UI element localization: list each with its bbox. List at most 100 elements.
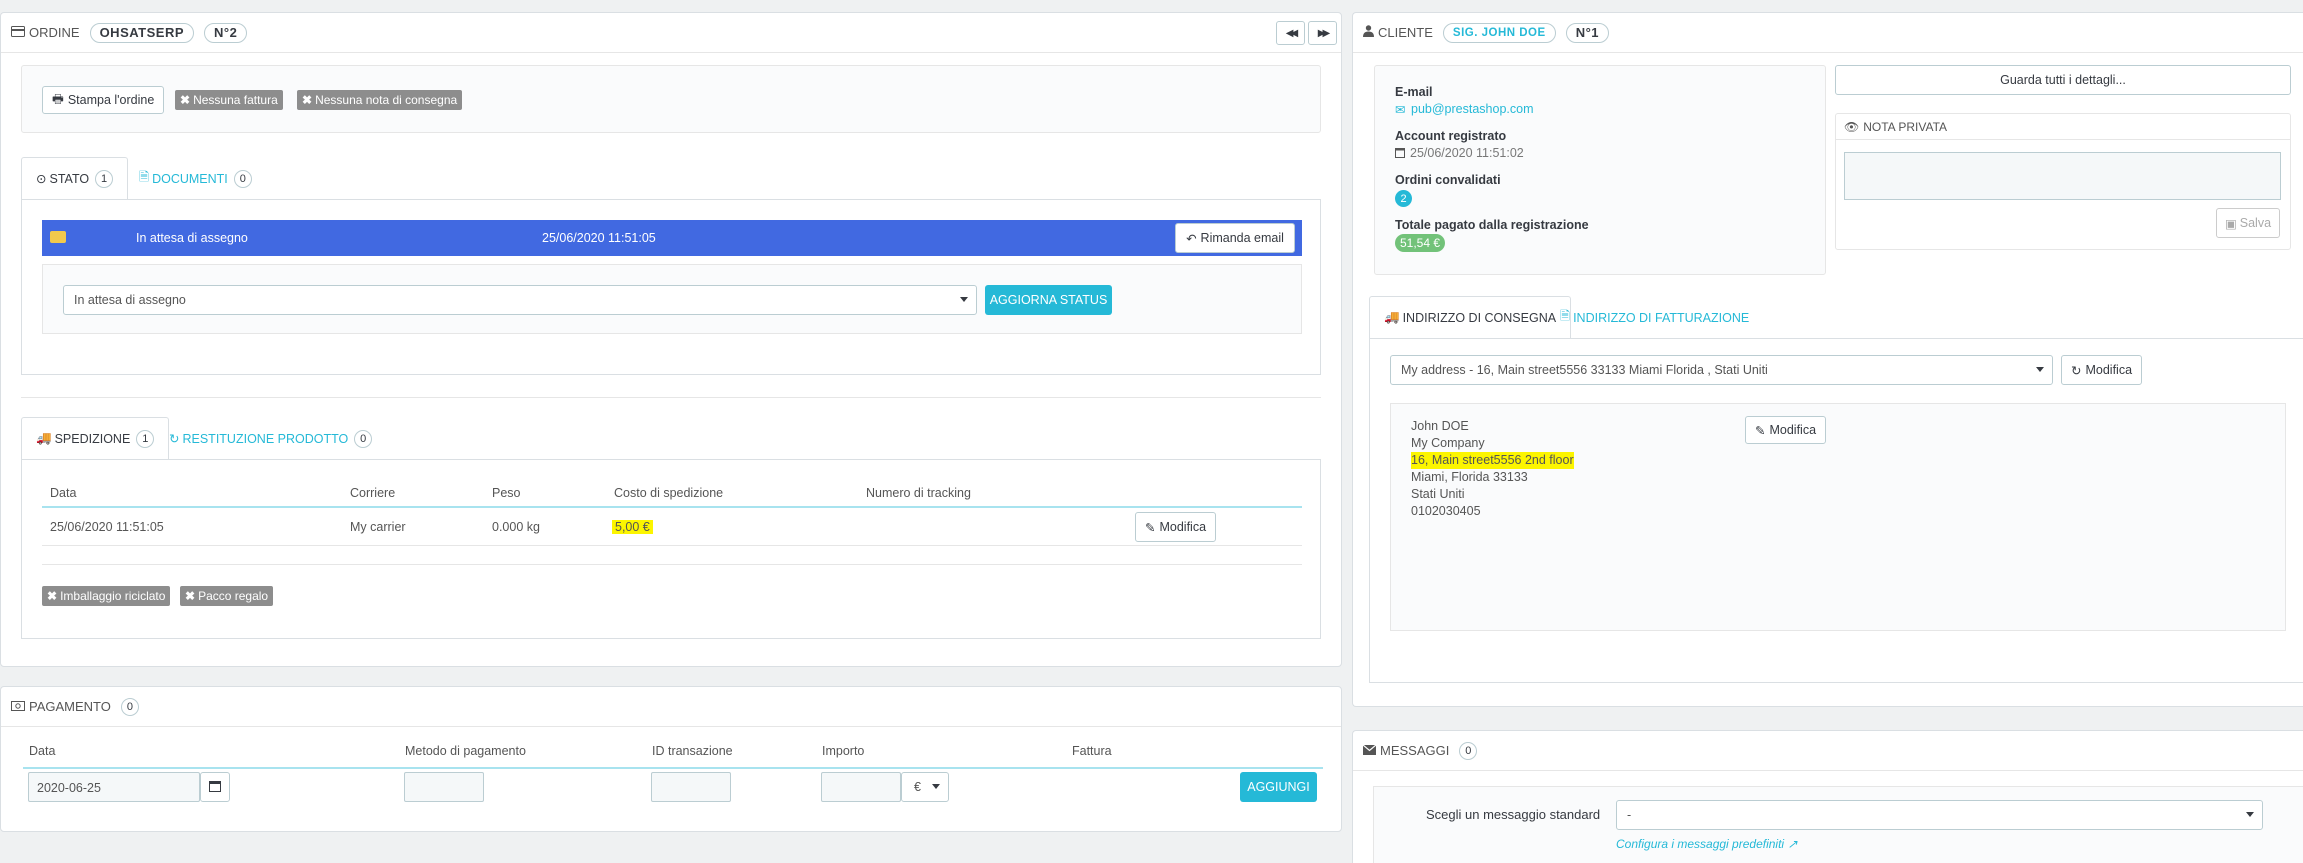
currency-select[interactable]: € bbox=[901, 772, 949, 802]
add-payment-button[interactable]: AGGIUNGI bbox=[1240, 772, 1317, 802]
save-note-button[interactable]: ▣ Salva bbox=[2216, 208, 2280, 238]
no-delivery-label: Nessuna nota di consegna bbox=[315, 93, 458, 107]
payment-header-invoice: Fattura bbox=[1072, 744, 1112, 758]
calendar-button[interactable] bbox=[200, 772, 230, 802]
shipping-date: 25/06/2020 11:51:05 bbox=[50, 520, 164, 534]
tab-documents-count: 0 bbox=[233, 169, 252, 188]
messages-panel-header: MESSAGGI 0 bbox=[1353, 731, 2303, 771]
customer-panel-header: CLIENTE SIG. JOHN DOE N°1 bbox=[1353, 13, 2303, 53]
refresh-icon: ↻ bbox=[2071, 363, 2082, 378]
view-details-button[interactable]: Guarda tutti i dettagli... bbox=[1835, 65, 2291, 95]
choose-message-label: Scegli un messaggio standard bbox=[1426, 807, 1601, 822]
edit-address-button-label: Modifica bbox=[1769, 423, 1817, 437]
recycled-label: Imballaggio riciclato bbox=[60, 589, 166, 603]
pencil-icon: ✎ bbox=[1755, 423, 1766, 438]
payment-date-input[interactable]: 2020-06-25 bbox=[28, 772, 200, 802]
payment-header-date: Data bbox=[29, 744, 56, 758]
tab-invoice-address[interactable]: 🗎 INDIRIZZO DI FATTURAZIONE bbox=[1546, 296, 1763, 339]
edit-shipping-label: Modifica bbox=[1159, 520, 1207, 534]
calendar-icon bbox=[209, 780, 221, 795]
address-select[interactable]: My address - 16, Main street5556 33133 M… bbox=[1390, 355, 2053, 385]
edit-address-label: Modifica bbox=[2085, 363, 2133, 377]
close-icon: ✖ bbox=[185, 589, 196, 603]
floppy-icon: ▣ bbox=[2224, 216, 2237, 231]
payment-panel: PAGAMENTO 0 Data Metodo di pagamento ID … bbox=[0, 686, 1342, 832]
backward-icon: ◀◀ bbox=[1285, 27, 1299, 39]
chevron-down-icon bbox=[932, 784, 940, 789]
gift-label: Pacco regalo bbox=[198, 589, 269, 603]
order-panel-header: ORDINE OHSATSERP N°2 bbox=[1, 13, 1341, 53]
envelope-icon: ✉ bbox=[1395, 103, 1406, 117]
messages-body: Scegli un messaggio standard - Configura… bbox=[1373, 786, 2303, 863]
standard-message-select[interactable]: - bbox=[1616, 800, 2263, 830]
recycled-packaging-badge: ✖ Imballaggio riciclato bbox=[42, 586, 171, 606]
shipping-header-weight: Peso bbox=[492, 486, 521, 500]
tab-documents-label: DOCUMENTI bbox=[152, 171, 228, 186]
payment-date-value: 2020-06-25 bbox=[37, 781, 101, 795]
transaction-id-input[interactable] bbox=[651, 772, 731, 802]
payment-header-transaction: ID transazione bbox=[652, 744, 733, 758]
payment-header-method: Metodo di pagamento bbox=[405, 744, 526, 758]
chevron-down-icon bbox=[2036, 367, 2044, 372]
print-order-button[interactable]: 🖶 Stampa l'ordine bbox=[42, 86, 165, 114]
update-status-button[interactable]: AGGIORNA STATUS bbox=[985, 285, 1112, 315]
customer-email-link[interactable]: pub@prestashop.com bbox=[1411, 102, 1533, 116]
edit-shipping-button[interactable]: ✎ Modifica bbox=[1135, 512, 1217, 542]
no-invoice-badge: ✖ Nessuna fattura bbox=[175, 90, 283, 110]
external-link-icon: ↗ bbox=[1787, 837, 1798, 851]
close-icon: ✖ bbox=[47, 589, 58, 603]
shipping-header-date: Data bbox=[50, 486, 77, 500]
order-actions-box: 🖶 Stampa l'ordine ✖ Nessuna fattura ✖ Ne… bbox=[21, 65, 1321, 133]
pencil-icon: ✎ bbox=[1145, 520, 1156, 535]
payment-method-input[interactable] bbox=[404, 772, 484, 802]
previous-order-button[interactable]: ◀◀ bbox=[1276, 21, 1305, 45]
private-note-textarea[interactable] bbox=[1844, 152, 2281, 200]
tab-status-count: 1 bbox=[95, 169, 114, 188]
gift-wrap-badge: ✖ Pacco regalo bbox=[180, 586, 274, 606]
tab-status[interactable]: ⊙ STATO 1 bbox=[21, 157, 129, 200]
calendar-icon bbox=[1395, 147, 1405, 161]
print-order-label: Stampa l'ordine bbox=[67, 93, 155, 107]
tab-delivery-address[interactable]: 🚚 INDIRIZZO DI CONSEGNA bbox=[1369, 296, 1572, 339]
tab-invoice-label: INDIRIZZO DI FATTURAZIONE bbox=[1573, 310, 1750, 325]
truck-icon: 🚚 bbox=[1384, 310, 1400, 324]
edit-address-select-button[interactable]: ↻ Modifica bbox=[2061, 355, 2143, 385]
configure-messages-link[interactable]: Configura i messaggi predefiniti ↗ bbox=[1616, 837, 1798, 851]
messages-count: 0 bbox=[1459, 741, 1478, 760]
truck-icon: 🚚 bbox=[36, 431, 52, 445]
shipping-carrier: My carrier bbox=[350, 520, 406, 534]
payment-header-amount: Importo bbox=[822, 744, 865, 758]
private-note-title: NOTA PRIVATA bbox=[1863, 119, 1948, 134]
table-row: 25/06/2020 11:51:05 My carrier 0.000 kg … bbox=[42, 508, 1302, 546]
registered-label: Account registrato bbox=[1395, 129, 1507, 143]
customer-number: N°1 bbox=[1565, 22, 1610, 43]
chevron-down-icon bbox=[960, 297, 968, 302]
edit-address-button[interactable]: ✎ Modifica bbox=[1745, 416, 1827, 444]
close-icon: ✖ bbox=[302, 93, 313, 107]
save-note-label: Salva bbox=[2239, 216, 2272, 230]
user-icon bbox=[1363, 25, 1374, 40]
payment-count: 0 bbox=[120, 697, 139, 716]
customer-name[interactable]: SIG. JOHN DOE bbox=[1442, 22, 1556, 43]
divider bbox=[21, 397, 1321, 398]
tab-return-label: RESTITUZIONE PRODOTTO bbox=[182, 431, 349, 446]
customer-panel: CLIENTE SIG. JOHN DOE N°1 E-mail ✉ pub@p… bbox=[1352, 12, 2303, 707]
shipping-header-carrier: Corriere bbox=[350, 486, 396, 500]
tab-product-return[interactable]: ↻ RESTITUZIONE PRODOTTO 0 bbox=[155, 417, 386, 460]
registered-date: 25/06/2020 11:51:02 bbox=[1410, 146, 1524, 160]
order-panel: ORDINE OHSATSERP N°2 ◀◀ ▶▶ 🖶 Stampa l'or… bbox=[0, 12, 1342, 667]
money-icon bbox=[11, 699, 25, 714]
resend-email-button[interactable]: ↶ Rimanda email bbox=[1175, 223, 1295, 253]
refresh-icon: ↻ bbox=[169, 432, 180, 446]
clock-icon: ⊙ bbox=[36, 172, 47, 186]
address-street: 16, Main street5556 2nd floor bbox=[1411, 452, 1574, 469]
next-order-button[interactable]: ▶▶ bbox=[1308, 21, 1337, 45]
valid-orders-badge: 2 bbox=[1395, 190, 1412, 207]
shipping-cost: 5,00 € bbox=[612, 520, 653, 534]
status-select[interactable]: In attesa di assegno bbox=[63, 285, 977, 315]
amount-input[interactable] bbox=[821, 772, 901, 802]
total-paid-badge: 51,54 € bbox=[1395, 234, 1446, 252]
tab-shipping[interactable]: 🚚 SPEDIZIONE 1 bbox=[21, 417, 170, 460]
standard-message-value: - bbox=[1627, 808, 1632, 822]
tab-documents[interactable]: 🗎 DOCUMENTI 0 bbox=[125, 157, 266, 200]
